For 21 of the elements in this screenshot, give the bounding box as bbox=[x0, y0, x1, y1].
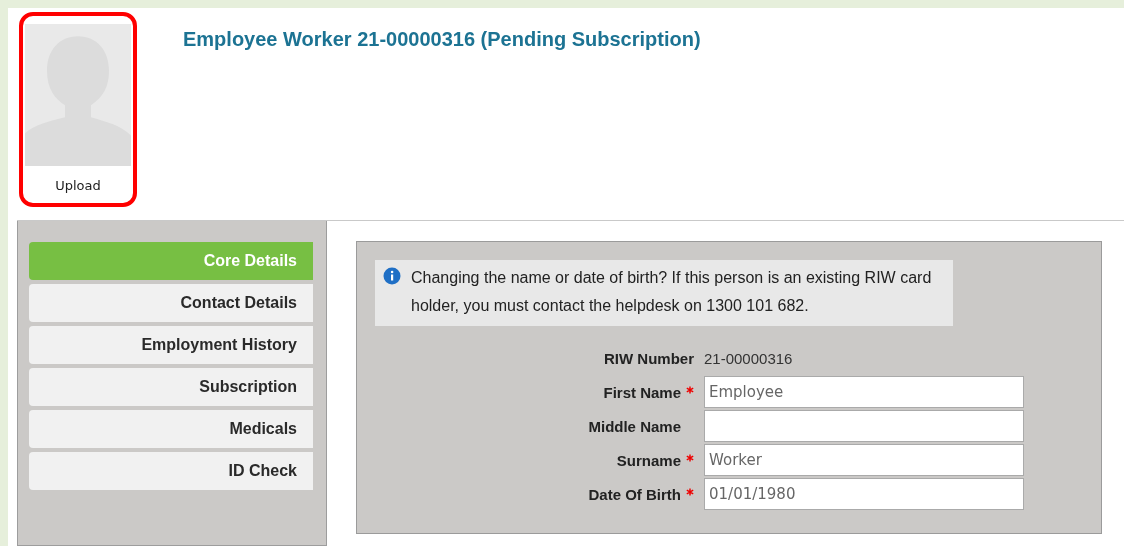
nav-tab[interactable]: ID Check bbox=[29, 452, 313, 490]
field-label: RIW Number bbox=[604, 349, 694, 369]
field-label: Date Of Birth bbox=[588, 485, 681, 503]
nav-tab[interactable]: Subscription bbox=[29, 368, 313, 406]
input-field[interactable]: 01/01/1980 bbox=[704, 478, 1024, 510]
field-label: Surname bbox=[616, 451, 681, 469]
input-field[interactable]: Worker bbox=[704, 444, 1024, 476]
input-field[interactable] bbox=[704, 410, 1024, 442]
nav-tab[interactable]: Employment History bbox=[29, 326, 313, 364]
page-title: Employee Worker 21-00000316 (Pending Subscription) bbox=[183, 28, 701, 52]
field-label: First Name bbox=[603, 383, 681, 401]
nav-tab[interactable]: Medicals bbox=[29, 410, 313, 448]
field-label: Middle Name bbox=[588, 417, 681, 435]
riw-number-value: 21-00000316 bbox=[704, 349, 794, 369]
info-icon bbox=[383, 267, 401, 285]
input-field[interactable]: Employee bbox=[704, 376, 1024, 408]
avatar-icon bbox=[25, 24, 131, 166]
nav-tab[interactable]: Contact Details bbox=[29, 284, 313, 322]
notice-text: Changing the name or date of birth? If this person is an existing RIW card holder, you must contact the helpdesk on 1300 101 682. bbox=[411, 268, 933, 316]
photo-upload-card[interactable]: Upload bbox=[19, 12, 137, 207]
upload-label[interactable]: Upload bbox=[55, 178, 101, 193]
